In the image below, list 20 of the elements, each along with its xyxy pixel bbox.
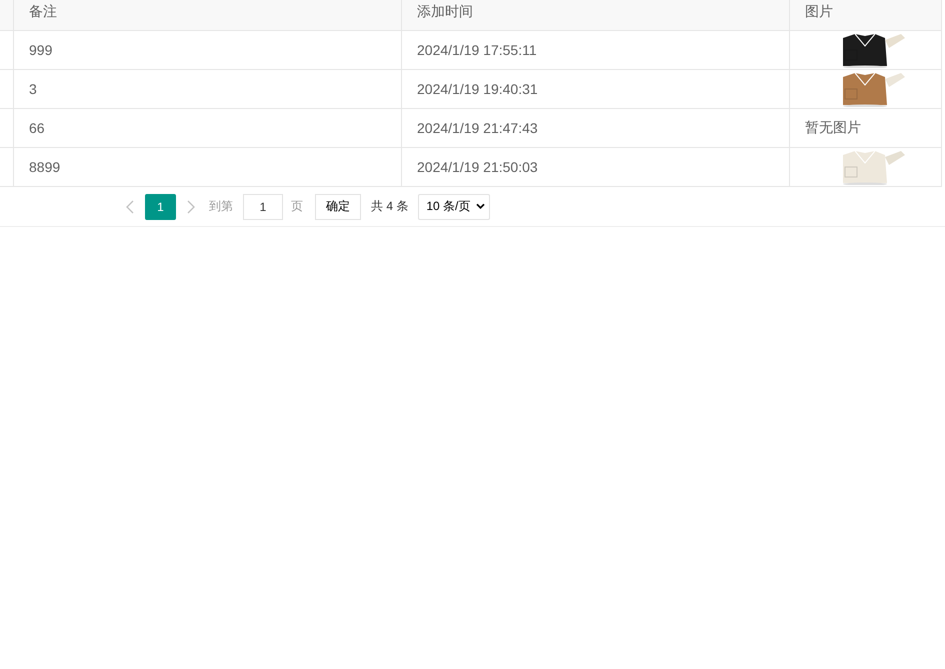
goto-label: 到第 bbox=[209, 198, 233, 215]
page-input[interactable]: 1 bbox=[243, 194, 283, 220]
confirm-button[interactable]: 确定 bbox=[315, 194, 361, 220]
table-cell: 66 bbox=[14, 109, 402, 147]
table-cell: 2024/1/19 21:47:43 bbox=[402, 109, 790, 147]
column-header: 备注 bbox=[14, 0, 402, 30]
page-unit-label: 页 bbox=[291, 198, 303, 215]
table-cell: 2024/1/19 17:55:11 bbox=[402, 31, 790, 69]
column-header: 图片 bbox=[804, 2, 834, 21]
table-cell: 2024/1/19 21:50:03 bbox=[402, 148, 790, 186]
table-cell: 3 bbox=[14, 70, 402, 108]
column-header: 添加时间 bbox=[402, 0, 790, 30]
table-cell: 2024/1/19 19:40:31 bbox=[402, 70, 790, 108]
no-image-text: 暂无图片 bbox=[805, 119, 861, 137]
page-size-select[interactable]: 10 条/页 bbox=[418, 194, 490, 220]
table-cell: 999 bbox=[14, 31, 402, 69]
total-count: 共 4 条 bbox=[371, 198, 408, 215]
table-cell: 8899 bbox=[14, 148, 402, 186]
caret-icon bbox=[476, 203, 486, 210]
page-button[interactable]: 1 bbox=[145, 194, 176, 220]
